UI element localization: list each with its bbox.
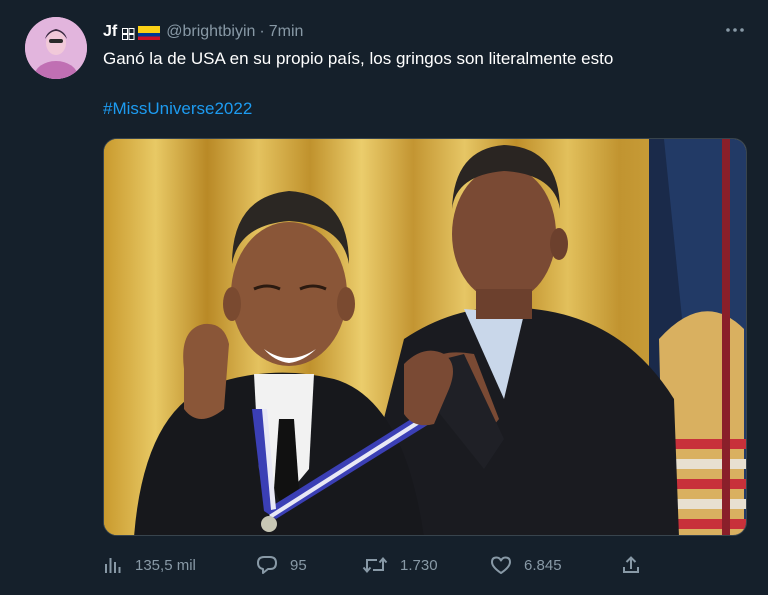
retweet-button[interactable]: 1.730 xyxy=(362,550,438,580)
handle[interactable]: @brightbiyin xyxy=(166,23,255,41)
share-icon xyxy=(621,555,641,575)
hashtag-link[interactable]: #MissUniverse2022 xyxy=(103,99,252,119)
separator: · xyxy=(259,23,265,40)
flag-icon xyxy=(138,26,161,40)
like-button[interactable]: 6.845 xyxy=(490,550,562,580)
display-name[interactable]: Jf xyxy=(103,23,117,41)
reply-count: 95 xyxy=(290,556,307,574)
views-count: 135,5 mil xyxy=(135,556,196,574)
retweet-count: 1.730 xyxy=(400,556,438,574)
tweet-header: Jf @brightbiyin · 7min xyxy=(103,21,303,43)
tweet[interactable]: Jf @brightbiyin · 7min Ganó la de USA en… xyxy=(0,0,768,595)
action-bar: 135,5 mil 95 1.730 6.845 xyxy=(103,550,743,580)
tweet-media[interactable] xyxy=(103,138,747,536)
like-count: 6.845 xyxy=(524,556,562,574)
timestamp[interactable]: 7min xyxy=(269,23,304,41)
avatar-image xyxy=(25,17,87,79)
tweet-text: Ganó la de USA en su propio país, los gr… xyxy=(103,49,614,68)
more-icon[interactable] xyxy=(725,22,745,38)
share-button[interactable] xyxy=(621,550,641,580)
views-icon xyxy=(103,555,123,575)
avatar[interactable] xyxy=(25,17,87,79)
views-button[interactable]: 135,5 mil xyxy=(103,550,196,580)
emoji-icon xyxy=(122,27,135,40)
medal-meme-image xyxy=(104,139,746,535)
reply-icon xyxy=(256,555,278,575)
like-icon xyxy=(490,555,512,575)
retweet-icon xyxy=(362,555,388,575)
reply-button[interactable]: 95 xyxy=(256,550,307,580)
